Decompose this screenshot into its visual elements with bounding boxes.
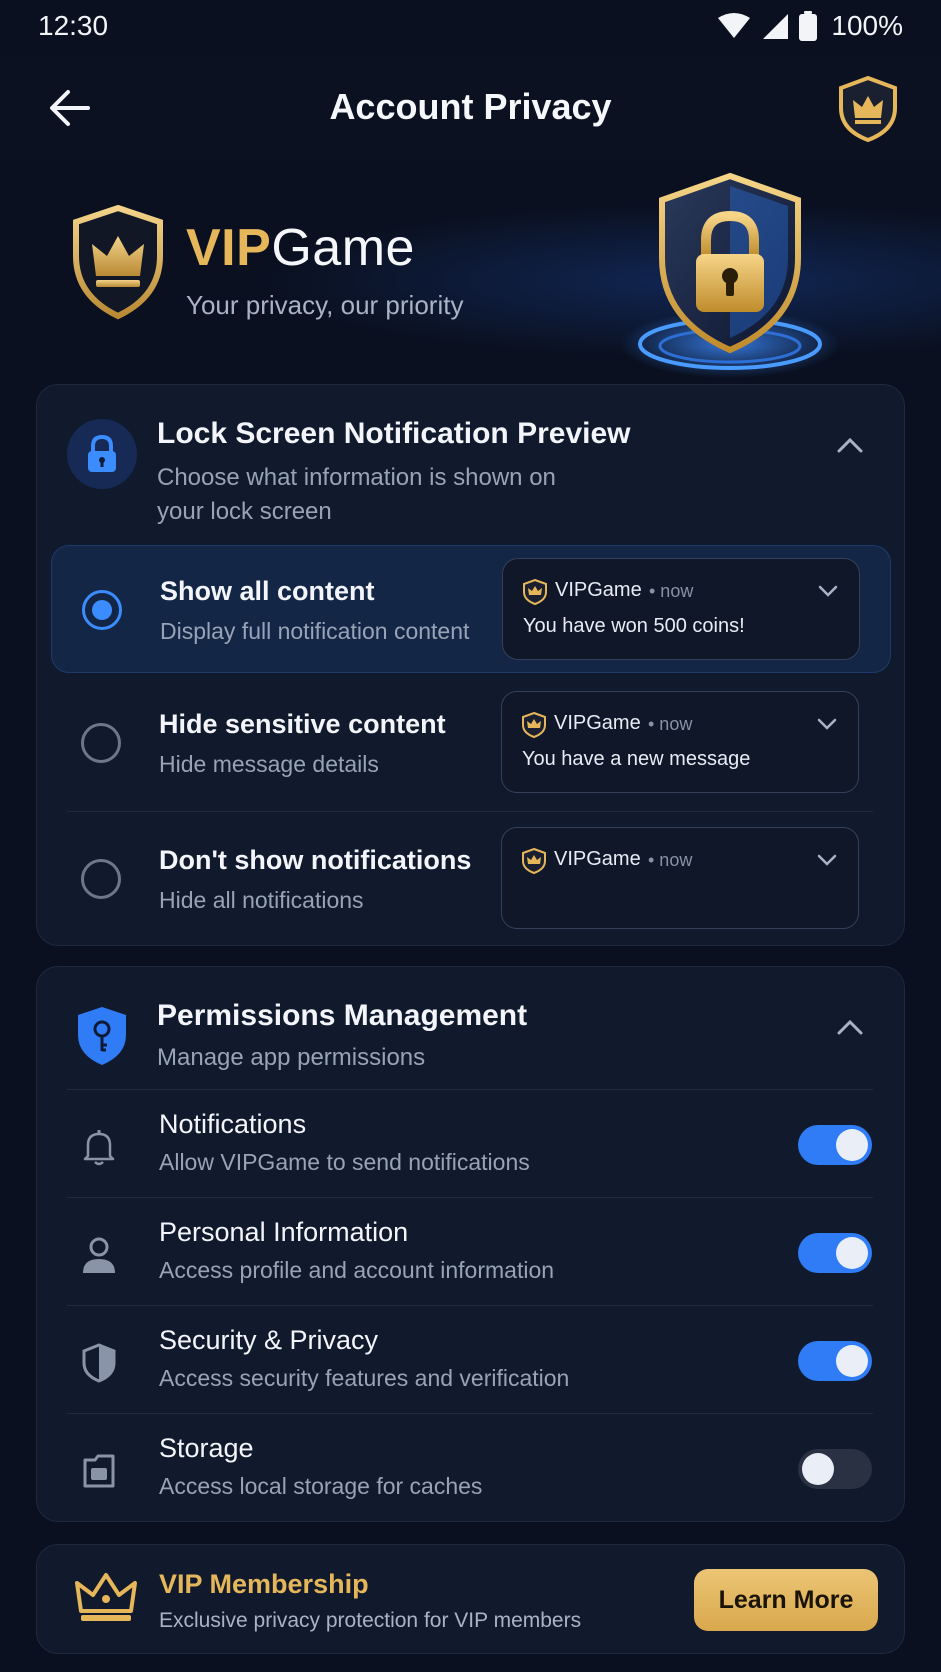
permission-row-personal-information: Personal Information Access profile and … [37, 1199, 906, 1307]
permission-desc: Access security features and verificatio… [159, 1365, 570, 1391]
perm-icon-wrap [77, 1449, 121, 1493]
option-title: Don't show notifications [159, 845, 472, 875]
personal-information-toggle[interactable] [798, 1233, 872, 1273]
permission-title: Personal Information [159, 1217, 409, 1247]
divider [67, 1305, 873, 1306]
brand-name: VIPGame [186, 218, 415, 278]
perm-section-title: Permissions Management [157, 999, 528, 1032]
notification-preview: VIPGame • now You have won 500 coins! [502, 558, 860, 660]
vip-badge-button[interactable] [835, 74, 901, 144]
storage-icon [83, 1454, 115, 1488]
permission-title: Security & Privacy [159, 1325, 379, 1355]
preview-time: • now [649, 581, 694, 601]
shield-key-icon [78, 1007, 126, 1065]
person-icon [83, 1237, 115, 1273]
crown-icon [75, 1573, 137, 1621]
status-bar: 12:30 100% [0, 0, 941, 56]
divider [67, 1413, 873, 1414]
brand-vip: VIP [186, 219, 272, 277]
radio-hide-sensitive[interactable] [81, 723, 121, 763]
perm-section-icon-wrap [67, 1001, 137, 1071]
top-app-bar: Account Privacy [0, 56, 941, 160]
battery-icon [799, 11, 818, 41]
crown-shield-icon [839, 75, 897, 143]
lock-icon [88, 434, 116, 472]
security-privacy-toggle[interactable] [798, 1341, 872, 1381]
permission-title: Notifications [159, 1109, 307, 1139]
shield-icon [82, 1343, 116, 1383]
page-title: Account Privacy [329, 86, 612, 127]
status-icons: 100% [717, 10, 903, 42]
preview-app-name: VIPGame [554, 848, 641, 870]
battery-percent: 100% [831, 10, 903, 41]
chevron-down-icon [817, 854, 837, 866]
learn-more-button[interactable]: Learn More [694, 1569, 878, 1631]
permissions-management-card: Permissions Management Manage app permis… [36, 966, 905, 1522]
divider [67, 811, 873, 812]
chevron-up-icon [837, 437, 863, 453]
vip-membership-banner: VIP Membership Exclusive privacy protect… [36, 1544, 905, 1654]
radio-show-all[interactable] [82, 590, 122, 630]
perm-icon-wrap [77, 1341, 121, 1385]
vipgame-app-icon [522, 712, 546, 738]
option-dont-show-notifications[interactable]: Don't show notifications Hide all notifi… [51, 815, 891, 943]
storage-toggle[interactable] [798, 1449, 872, 1489]
lock-screen-preview-card: Lock Screen Notification Preview Choose … [36, 384, 905, 946]
lock-section-subtitle: Choose what information is shown on your… [157, 464, 556, 525]
preview-time: • now [648, 714, 693, 734]
chevron-up-icon [837, 1019, 863, 1035]
option-desc: Hide message details [159, 751, 379, 777]
vip-desc: Exclusive privacy protection for VIP mem… [159, 1609, 582, 1632]
radio-dont-show[interactable] [81, 859, 121, 899]
notification-preview: VIPGame • now [501, 827, 859, 929]
permission-title: Storage [159, 1433, 254, 1463]
preview-app-name: VIPGame [555, 579, 642, 601]
permission-row-security-privacy: Security & Privacy Access security featu… [37, 1307, 906, 1415]
lock-section-title: Lock Screen Notification Preview [157, 417, 631, 450]
lock-section-collapse-button[interactable] [830, 425, 870, 465]
hero-tagline: Your privacy, our priority [186, 290, 464, 320]
option-title: Show all content [160, 576, 375, 606]
chevron-down-icon [818, 585, 838, 597]
perm-section-subtitle: Manage app permissions [157, 1044, 426, 1071]
divider [67, 1089, 873, 1090]
perm-section-collapse-button[interactable] [830, 1007, 870, 1047]
permission-desc: Access local storage for caches [159, 1473, 483, 1499]
option-title: Hide sensitive content [159, 709, 446, 739]
hero-banner: VIPGame Your privacy, our priority [0, 160, 941, 380]
vipgame-app-icon [523, 579, 547, 605]
status-time: 12:30 [38, 10, 109, 41]
preview-time: • now [648, 850, 693, 870]
notification-preview: VIPGame • now You have a new message [501, 691, 859, 793]
divider [67, 1197, 873, 1198]
lock-section-icon-wrap [67, 419, 137, 489]
option-desc: Display full notification content [160, 618, 470, 644]
chevron-down-icon [817, 718, 837, 730]
permission-row-notifications: Notifications Allow VIPGame to send noti… [37, 1091, 906, 1199]
cell-signal-icon [763, 14, 789, 39]
vipgame-logo-icon [73, 204, 163, 320]
vip-title: VIP Membership [159, 1569, 369, 1599]
perm-icon-wrap [77, 1233, 121, 1277]
brand-game: Game [271, 219, 415, 277]
preview-app-name: VIPGame [554, 712, 641, 734]
padlock-shield-illustration [620, 172, 840, 378]
option-hide-sensitive-content[interactable]: Hide sensitive content Hide message deta… [51, 679, 891, 807]
notifications-toggle[interactable] [798, 1125, 872, 1165]
option-show-all-content[interactable]: Show all content Display full notificati… [51, 545, 891, 673]
preview-message: You have a new message [522, 748, 751, 770]
permission-row-storage: Storage Access local storage for caches [37, 1415, 906, 1523]
vipgame-app-icon [522, 848, 546, 874]
preview-message: You have won 500 coins! [523, 615, 745, 637]
wifi-icon [718, 13, 751, 38]
permission-desc: Allow VIPGame to send notifications [159, 1149, 530, 1175]
option-desc: Hide all notifications [159, 887, 364, 913]
bell-icon [83, 1130, 115, 1166]
permission-desc: Access profile and account information [159, 1257, 555, 1283]
perm-icon-wrap [77, 1125, 121, 1169]
